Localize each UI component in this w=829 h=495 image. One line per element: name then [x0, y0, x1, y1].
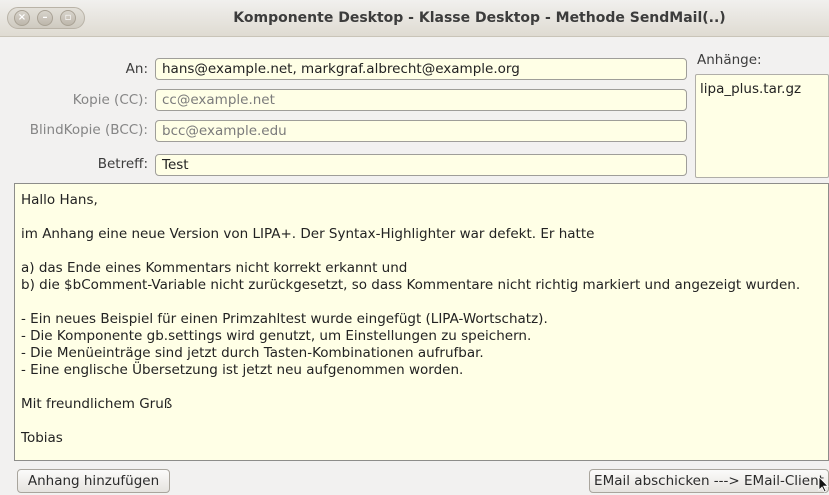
attachments-list[interactable]: lipa_plus.tar.gz: [695, 74, 829, 178]
cc-label: Kopie (CC):: [72, 92, 148, 108]
subject-label: Betreff:: [97, 156, 148, 172]
body-line: [21, 413, 822, 430]
add-attachment-button[interactable]: Anhang hinzufügen: [17, 469, 170, 493]
title-bar: × – ▫ Komponente Desktop - Klasse Deskto…: [0, 0, 829, 37]
bcc-label: BlindKopie (BCC):: [29, 122, 148, 138]
window-title: Komponente Desktop - Klasse Desktop - Me…: [233, 10, 726, 26]
body-line: - Die Komponente gb.settings wird genutz…: [21, 328, 532, 344]
mouse-pointer-icon: [818, 476, 829, 493]
body-line: [21, 243, 822, 260]
body-line: a) das Ende eines Kommentars nicht korre…: [21, 260, 408, 276]
body-line: Mit freundlichem Gruß: [21, 396, 173, 412]
body-line: [21, 294, 822, 311]
body-line: Tobias: [21, 430, 63, 446]
body-line: im Anhang eine neue Version von LIPA+. D…: [21, 226, 595, 242]
body-line: b) die $bComment-Variable nicht zurückge…: [21, 277, 801, 293]
body-line: [21, 379, 822, 396]
cc-field[interactable]: cc@example.net: [155, 89, 687, 111]
to-label: An:: [125, 61, 148, 77]
attachments-label: Anhänge:: [697, 52, 762, 68]
send-email-button[interactable]: EMail abschicken ---> EMail-Client: [589, 469, 829, 493]
body-line: Hallo Hans,: [21, 192, 98, 208]
body-line: [21, 209, 822, 226]
attachment-item[interactable]: lipa_plus.tar.gz: [700, 81, 824, 97]
message-body[interactable]: Hallo Hans, im Anhang eine neue Version …: [14, 183, 829, 461]
subject-field[interactable]: Test: [155, 154, 687, 176]
body-line: - Eine englische Übersetzung ist jetzt n…: [21, 362, 464, 378]
bcc-field[interactable]: bcc@example.edu: [155, 120, 687, 142]
body-line: - Die Menüeinträge sind jetzt durch Tast…: [21, 345, 484, 361]
to-field[interactable]: hans@example.net, markgraf.albrecht@exam…: [155, 58, 687, 80]
body-line: - Ein neues Beispiel für einen Primzahlt…: [21, 311, 548, 327]
